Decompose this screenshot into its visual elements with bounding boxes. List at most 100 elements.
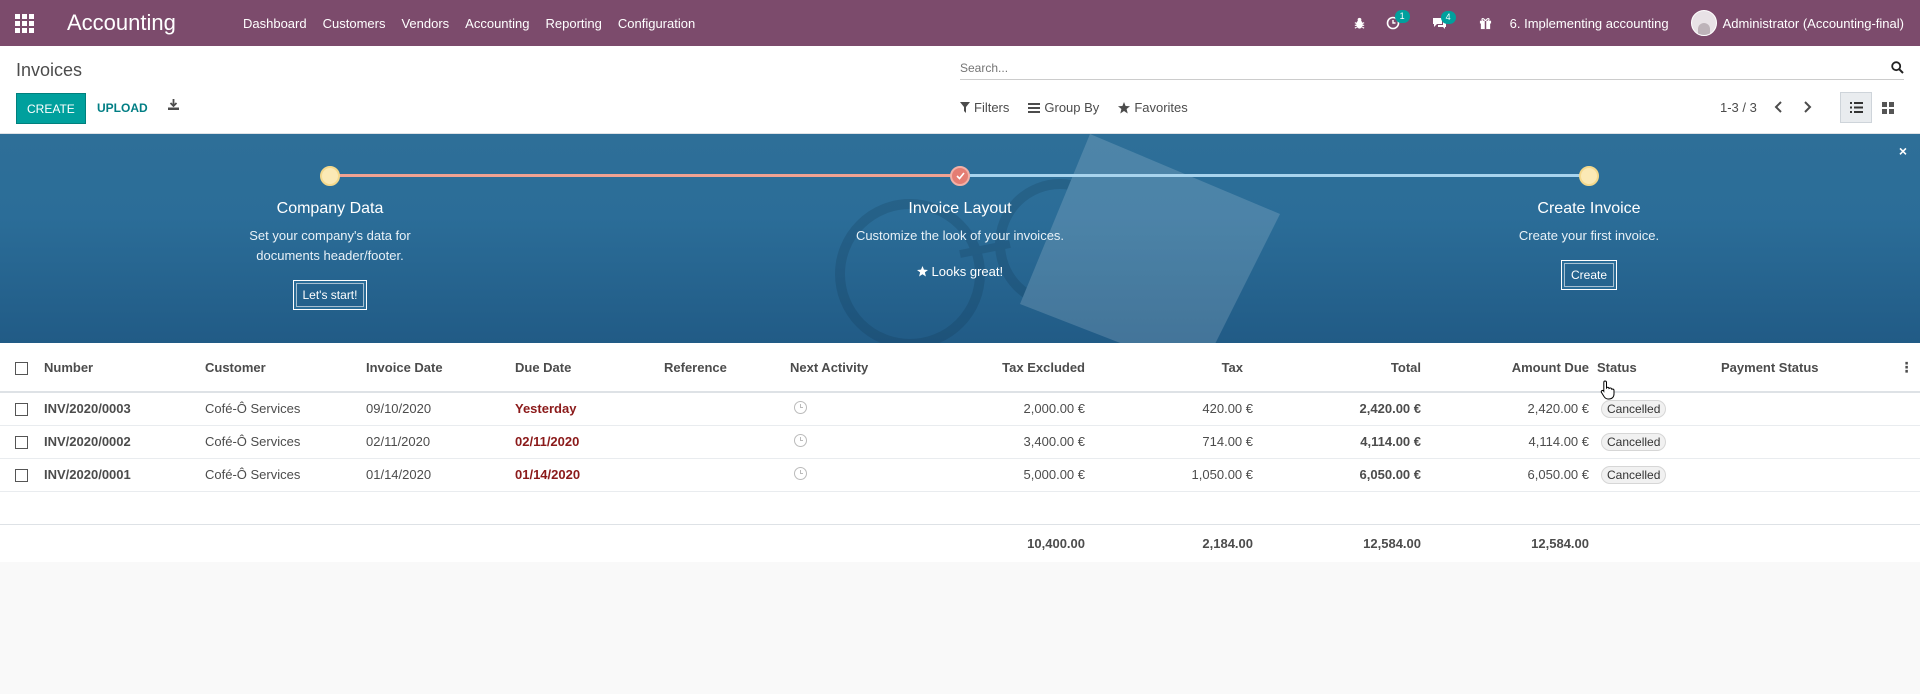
create-button[interactable]: CREATE: [16, 93, 86, 124]
tax-excluded: 2,000.00 €: [910, 392, 1089, 426]
gift-icon[interactable]: [1479, 17, 1492, 30]
step-create-invoice: Create Invoice Create your first invoice…: [1439, 200, 1739, 290]
search-icon[interactable]: [1891, 61, 1904, 77]
column-total[interactable]: Total: [1257, 343, 1425, 393]
clock-icon[interactable]: [794, 466, 807, 480]
activity-count-badge: 1: [1394, 10, 1410, 23]
download-icon[interactable]: [167, 98, 180, 114]
total-tax-excluded: 10,400.00: [910, 524, 1089, 562]
column-invoice-date[interactable]: Invoice Date: [362, 343, 511, 393]
table-row[interactable]: INV/2020/0003 Cofé-Ô Services 09/10/2020…: [0, 392, 1920, 426]
total-total: 12,584.00: [1257, 524, 1425, 562]
search-options: Filters Group By Favorites: [960, 100, 1207, 115]
breadcrumb: Invoices: [16, 60, 83, 80]
favorites-button[interactable]: Favorites: [1118, 100, 1188, 115]
user-menu[interactable]: Administrator (Accounting-final): [1723, 16, 1904, 31]
total-amount-due: 12,584.00: [1425, 524, 1593, 562]
apps-menu-button[interactable]: [0, 0, 48, 46]
group-by-button[interactable]: Group By: [1028, 100, 1099, 115]
kanban-view-button[interactable]: [1872, 92, 1904, 123]
row-checkbox[interactable]: [0, 425, 40, 459]
lets-start-button[interactable]: Let's start!: [292, 280, 368, 310]
menu-item-configuration[interactable]: Configuration: [610, 16, 703, 31]
step-description: Customize the look of your invoices.: [855, 228, 1065, 243]
pager-value[interactable]: 1-3 / 3: [1720, 100, 1757, 115]
search-input[interactable]: [960, 58, 1860, 78]
menu-item-accounting[interactable]: Accounting: [457, 16, 537, 31]
tax: 714.00 €: [1089, 425, 1257, 459]
table-row[interactable]: INV/2020/0001 Cofé-Ô Services 01/14/2020…: [0, 458, 1920, 492]
upload-button[interactable]: UPLOAD: [97, 93, 148, 124]
step-1-dot: [320, 166, 340, 186]
company-switcher[interactable]: 6. Implementing accounting: [1510, 16, 1669, 31]
main-menu: Dashboard Customers Vendors Accounting R…: [235, 16, 703, 31]
apps-grid-icon: [14, 13, 34, 33]
chat-icon[interactable]: 4: [1432, 10, 1456, 30]
invoice-number: INV/2020/0002: [40, 425, 201, 459]
column-payment-status[interactable]: Payment Status: [1717, 343, 1893, 393]
column-next-activity[interactable]: Next Activity: [786, 343, 910, 393]
hand-cursor-icon: [1600, 380, 1615, 400]
payment-status: [1717, 425, 1893, 459]
onboarding-banner: × Company Data Set your company's data f…: [0, 134, 1920, 343]
menu-item-dashboard[interactable]: Dashboard: [235, 16, 315, 31]
filters-button[interactable]: Filters: [960, 100, 1009, 115]
create-invoice-button[interactable]: Create: [1560, 260, 1618, 290]
column-number[interactable]: Number: [40, 343, 201, 393]
invoice-date: 01/14/2020: [362, 458, 511, 492]
amount-due: 4,114.00 €: [1425, 425, 1593, 459]
status-cell: Cancelled: [1593, 458, 1717, 492]
menu-item-reporting[interactable]: Reporting: [538, 16, 610, 31]
invoice-date: 09/10/2020: [362, 392, 511, 426]
customer-name: Cofé-Ô Services: [201, 458, 362, 492]
column-amount-due[interactable]: Amount Due: [1425, 343, 1593, 393]
favorites-label: Favorites: [1134, 100, 1188, 115]
next-activity[interactable]: [786, 392, 910, 426]
close-icon[interactable]: ×: [1899, 143, 1907, 159]
column-tax-excluded[interactable]: Tax Excluded: [910, 343, 1089, 393]
row-checkbox[interactable]: [0, 392, 40, 426]
next-activity[interactable]: [786, 458, 910, 492]
column-reference[interactable]: Reference: [660, 343, 786, 393]
progress-line-todo: [961, 174, 1589, 177]
invoice-list: Number Customer Invoice Date Due Date Re…: [0, 343, 1920, 562]
status-badge: Cancelled: [1601, 432, 1667, 451]
column-customer[interactable]: Customer: [201, 343, 362, 393]
total-tax: 2,184.00: [1089, 524, 1257, 562]
column-tax[interactable]: Tax: [1089, 343, 1257, 393]
star-icon: [1118, 101, 1131, 113]
next-activity[interactable]: [786, 425, 910, 459]
bug-icon[interactable]: [1353, 17, 1366, 30]
star-icon: [916, 266, 928, 277]
amount-due: 6,050.00 €: [1425, 458, 1593, 492]
total: 4,114.00 €: [1257, 425, 1425, 459]
reference: [660, 458, 786, 492]
clock-icon[interactable]: [794, 433, 807, 447]
chevron-left-icon[interactable]: [1774, 101, 1784, 116]
select-all-checkbox[interactable]: [0, 343, 40, 393]
control-panel: Invoices CREATE UPLOAD Filters Group By …: [0, 46, 1920, 134]
status-badge: Cancelled: [1601, 399, 1667, 418]
avatar[interactable]: [1690, 10, 1717, 36]
column-due-date[interactable]: Due Date: [511, 343, 660, 393]
optional-columns-icon[interactable]: ⋮: [1893, 343, 1920, 393]
navbar-systray: 1 4 6. Implementing accounting Administr…: [1343, 0, 1904, 46]
step-title: Invoice Layout: [908, 200, 1012, 217]
app-title[interactable]: Accounting: [67, 10, 235, 36]
list-view-button[interactable]: [1840, 92, 1872, 123]
step-description: Set your company's data for: [249, 228, 411, 243]
search-bar: [960, 58, 1904, 80]
empty-row: [0, 491, 1920, 525]
invoice-number: INV/2020/0003: [40, 392, 201, 426]
chevron-right-icon[interactable]: [1802, 101, 1812, 116]
clock-icon[interactable]: [794, 400, 807, 414]
filter-icon: [960, 102, 970, 113]
activity-clock-icon[interactable]: 1: [1386, 10, 1410, 30]
table-row[interactable]: INV/2020/0002 Cofé-Ô Services 02/11/2020…: [0, 425, 1920, 459]
invoice-table: Number Customer Invoice Date Due Date Re…: [0, 343, 1920, 562]
menu-item-vendors[interactable]: Vendors: [393, 16, 457, 31]
check-icon: [955, 172, 965, 180]
row-checkbox[interactable]: [0, 458, 40, 492]
step-description: documents header/footer.: [256, 248, 404, 263]
menu-item-customers[interactable]: Customers: [315, 16, 394, 31]
